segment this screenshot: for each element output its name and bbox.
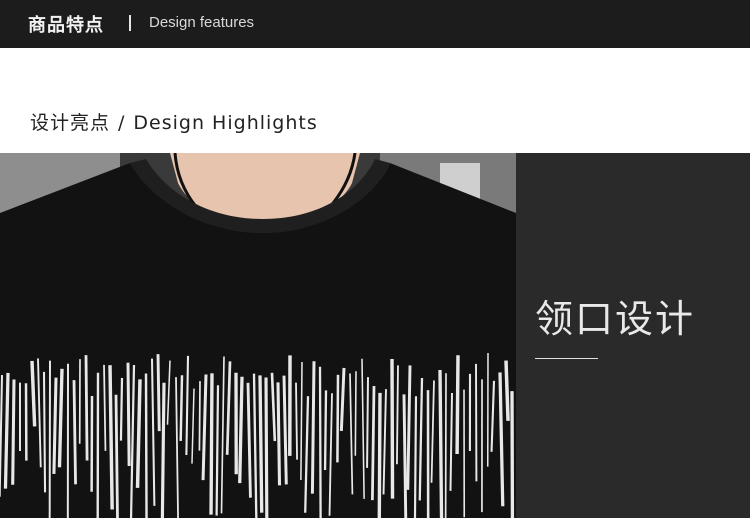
feature-underline: [535, 358, 598, 359]
feature-label: 领口设计: [535, 297, 696, 341]
stripe-line: [396, 365, 399, 465]
header-title-en: Design features: [149, 14, 255, 31]
stripe-line: [144, 373, 148, 518]
stripe-line: [52, 377, 58, 474]
section-title: 设计亮点 / Design Highlights: [30, 108, 318, 135]
stripe-line: [310, 361, 316, 494]
stripe-line: [108, 365, 114, 510]
stripe-line: [354, 371, 357, 456]
stripe-line: [336, 374, 340, 463]
section-title-separator: /: [118, 112, 126, 134]
header-title-cn: 商品特点: [28, 15, 104, 36]
feature-panel: 领口设计: [516, 153, 750, 518]
stripe-line: [366, 377, 369, 468]
stripe-line: [72, 380, 77, 485]
stripe-line: [11, 379, 16, 485]
section-title-cn: 设计亮点: [30, 112, 111, 134]
product-photo: [0, 153, 516, 518]
section-title-en: Design Highlights: [133, 112, 318, 134]
stripe-line: [179, 375, 184, 441]
stripe-line: [264, 377, 269, 518]
stripe-line: [390, 359, 395, 499]
stripe-line: [276, 382, 282, 486]
stripe-line: [402, 394, 408, 518]
stripe-line: [198, 381, 201, 451]
sweater-illustration: [0, 153, 516, 518]
stripe-line: [135, 379, 142, 488]
stripe-line: [318, 366, 322, 518]
stripe-line: [215, 385, 220, 516]
stripe-line: [126, 362, 131, 466]
stripe-line: [413, 396, 418, 518]
stripe-line: [371, 385, 376, 501]
stripe-line: [119, 377, 124, 441]
stripe-line: [114, 394, 119, 518]
header-bar: 商品特点 Design features: [0, 0, 750, 48]
header-divider: [129, 15, 131, 31]
stripe-line: [42, 371, 47, 493]
stripe-line: [156, 354, 161, 432]
stripe-line: [438, 369, 444, 518]
stripe-line: [295, 382, 298, 460]
stripe-line: [377, 392, 382, 518]
stripe-line: [504, 360, 510, 421]
stripe-line: [258, 375, 264, 513]
stripe-line: [84, 355, 89, 461]
stripe-line: [209, 373, 214, 515]
stripe-line: [160, 382, 166, 518]
stripe-line: [323, 390, 328, 470]
stripe-line: [238, 376, 244, 484]
stripe-line: [455, 355, 460, 455]
